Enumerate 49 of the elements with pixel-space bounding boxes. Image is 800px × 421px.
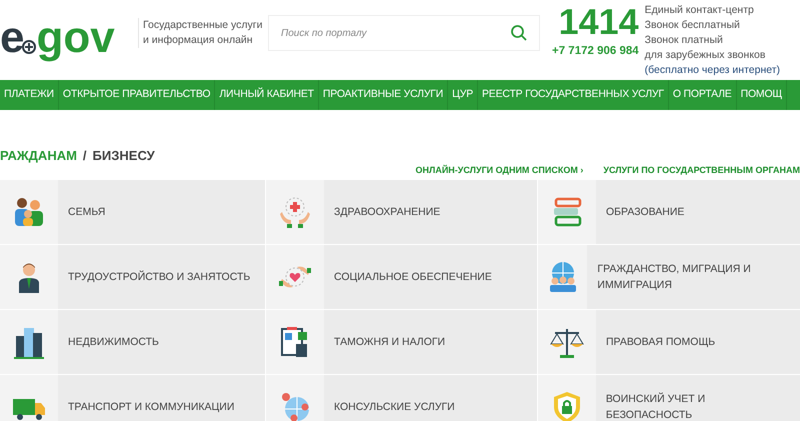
phone-number: +7 7172 906 984 xyxy=(552,44,639,59)
category-label: СЕМЬЯ xyxy=(67,204,106,220)
audience-tab[interactable]: РАЖДАНАМ xyxy=(0,146,77,166)
nav-item[interactable]: ОТКРЫТОЕ ПРАВИТЕЛЬСТВО xyxy=(58,80,216,110)
category-tile[interactable]: ВОИНСКИЙ УЧЕТ И БЕЗОПАСНОСТЬ xyxy=(538,374,800,421)
nav-item[interactable]: О ПОРТАЛЕ xyxy=(668,80,737,110)
category-tile[interactable]: НЕДВИЖИМОСТЬ xyxy=(0,310,265,374)
category-tile[interactable]: ТРУДОУСТРОЙСТВО И ЗАНЯТОСТЬ xyxy=(0,244,265,308)
category-tile[interactable]: ЗДРАВООХРАНЕНИЕ xyxy=(266,180,537,244)
category-label: ТРАНСПОРТ И КОММУНИКАЦИИ xyxy=(67,400,236,414)
contact-number: 1414 xyxy=(558,2,639,42)
services-link[interactable]: ОНЛАЙН-УСЛУГИ ОДНИМ СПИСКОМ › xyxy=(416,164,584,178)
nav-item[interactable]: РЕЕСТР ГОСУДАРСТВЕННЫХ УСЛУГ xyxy=(478,80,669,110)
search-field[interactable]: Поиск по порталу xyxy=(268,15,540,51)
contact-info: для зарубежных звонков xyxy=(644,48,766,63)
nav-item[interactable]: ПРОАКТИВНЫЕ УСЛУГИ xyxy=(318,80,448,110)
category-tile[interactable]: ПРАВОВАЯ ПОМОЩЬ xyxy=(538,310,800,374)
tagline: Государственные услуги и информация онлайн xyxy=(138,18,264,48)
category-tile[interactable]: КОНСУЛЬСКИЕ УСЛУГИ xyxy=(266,374,537,421)
category-label: ПРАВОВАЯ ПОМОЩЬ xyxy=(605,334,716,350)
nav-item[interactable]: ПОМОЩ xyxy=(736,80,788,110)
category-tile[interactable]: ТАМОЖНЯ И НАЛОГИ xyxy=(266,310,537,374)
services-link[interactable]: УСЛУГИ ПО ГОСУДАРСТВЕННЫМ ОРГАНАМ xyxy=(603,164,800,178)
egov-logo[interactable]: e gov xyxy=(0,0,132,60)
category-label: ЗДРАВООХРАНЕНИЕ xyxy=(333,204,442,220)
contact-info: Единый контакт-центр xyxy=(644,3,755,18)
category-tile[interactable]: ГРАЖДАНСТВО, МИГРАЦИЯ И ИММИГРАЦИЯ xyxy=(538,244,800,308)
nav-item[interactable]: ПЛАТЕЖИ xyxy=(0,80,59,110)
category-label: СОЦИАЛЬНОЕ ОБЕСПЕЧЕНИЕ xyxy=(333,270,493,284)
search-icon[interactable] xyxy=(510,24,528,42)
contact-info: Звонок платный xyxy=(644,33,724,48)
category-label: ОБРАЗОВАНИЕ xyxy=(605,204,686,220)
category-tile[interactable]: СЕМЬЯ xyxy=(0,180,265,244)
category-label: ТРУДОУСТРОЙСТВО И ЗАНЯТОСТЬ xyxy=(67,270,252,284)
category-label: НЕДВИЖИМОСТЬ xyxy=(67,334,160,350)
category-label: ВОИНСКИЙ УЧЕТ И БЕЗОПАСНОСТЬ xyxy=(604,392,706,421)
separator: / xyxy=(82,147,87,165)
category-tile[interactable]: ТРАНСПОРТ И КОММУНИКАЦИИ xyxy=(0,374,265,421)
contact-info: Звонок бесплатный xyxy=(644,18,741,33)
category-label: ТАМОЖНЯ И НАЛОГИ xyxy=(333,334,446,350)
audience-tab[interactable]: БИЗНЕСУ xyxy=(92,146,155,166)
plus-circle-icon xyxy=(22,40,36,54)
nav-item[interactable]: ЛИЧНЫЙ КАБИНЕТ xyxy=(215,80,319,110)
free-call-link[interactable]: (бесплатно через интернет) xyxy=(644,63,780,78)
category-tile[interactable]: СОЦИАЛЬНОЕ ОБЕСПЕЧЕНИЕ xyxy=(266,244,537,308)
category-label: КОНСУЛЬСКИЕ УСЛУГИ xyxy=(333,400,456,414)
nav-item[interactable]: ЦУР xyxy=(448,80,478,110)
category-tile[interactable]: ОБРАЗОВАНИЕ xyxy=(538,180,800,244)
category-label: ГРАЖДАНСТВО, МИГРАЦИЯ И ИММИГРАЦИЯ xyxy=(596,262,752,292)
